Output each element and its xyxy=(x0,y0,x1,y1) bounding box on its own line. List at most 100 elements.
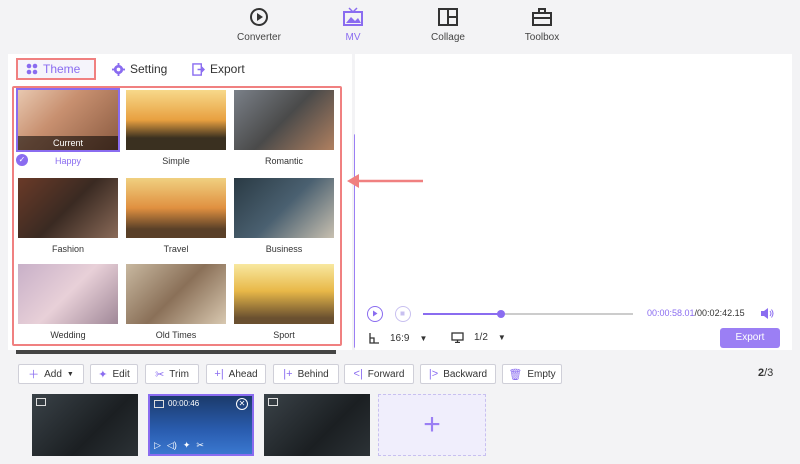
backward-label: Backward xyxy=(443,368,488,380)
stop-icon xyxy=(400,311,405,316)
backward-icon: |> xyxy=(428,368,439,380)
theme-thumbnail xyxy=(234,178,334,238)
theme-business[interactable]: Business xyxy=(234,178,334,254)
close-icon[interactable]: ✕ xyxy=(236,398,248,410)
nav-toolbox-label: Toolbox xyxy=(524,32,560,43)
nav-collage-label: Collage xyxy=(431,32,465,43)
empty-button[interactable]: 🗑 Empty xyxy=(502,364,562,384)
forward-label: Forward xyxy=(367,368,405,380)
play-button[interactable] xyxy=(367,306,383,322)
forward-button[interactable]: <| Forward xyxy=(344,364,414,384)
nav-collage[interactable]: Collage xyxy=(408,6,488,43)
pager-total: /3 xyxy=(764,367,774,379)
clip-pager: 2/3 xyxy=(758,367,773,379)
gear-icon xyxy=(112,62,125,76)
theme-label: Wedding xyxy=(50,330,86,340)
ahead-label: Ahead xyxy=(228,368,258,380)
clip-item-active[interactable]: 00:00:46 ✕ ▷ ◁) ✦ ✂ xyxy=(148,394,254,456)
tab-theme-label: Theme xyxy=(43,62,81,76)
current-badge: Current xyxy=(18,136,118,150)
mv-icon xyxy=(343,7,363,26)
ahead-button[interactable]: +| Ahead xyxy=(206,364,266,384)
edit-icon[interactable]: ✦ xyxy=(183,440,191,451)
trim-label: Trim xyxy=(169,368,189,380)
trash-icon: 🗑 xyxy=(508,368,523,381)
nav-toolbox[interactable]: Toolbox xyxy=(502,6,582,43)
theme-grid-icon xyxy=(26,63,38,75)
clip-item[interactable] xyxy=(32,394,138,456)
magic-wand-icon: ✦ xyxy=(98,368,108,381)
scissors-icon: ✂ xyxy=(155,368,165,381)
theme-thumbnail xyxy=(234,90,334,150)
theme-thumbnail xyxy=(126,178,226,238)
export-icon xyxy=(192,62,205,76)
tab-export[interactable]: Export xyxy=(184,58,253,80)
add-button[interactable]: ＋ Add ▼ xyxy=(18,364,84,384)
tab-setting[interactable]: Setting xyxy=(104,58,175,80)
theme-thumbnail xyxy=(126,90,226,150)
clip-item[interactable] xyxy=(264,394,370,456)
film-icon xyxy=(36,398,46,406)
tab-export-label: Export xyxy=(210,62,245,76)
nav-converter-label: Converter xyxy=(237,32,281,43)
theme-panel: Theme Setting Export Current ✓ Happy Sim… xyxy=(8,54,357,350)
aspect-ratio-value: 16:9 xyxy=(390,332,410,344)
preview-page-select[interactable]: 1/2 ▼ xyxy=(451,332,506,343)
volume-icon[interactable]: ◁) xyxy=(167,440,177,451)
edit-label: Edit xyxy=(112,368,130,380)
theme-happy[interactable]: Current ✓ Happy xyxy=(16,88,120,166)
add-label: Add xyxy=(44,368,62,380)
theme-thumbnail xyxy=(18,264,118,324)
progress-bar[interactable] xyxy=(423,310,633,318)
theme-label: Simple xyxy=(162,156,190,166)
export-button[interactable]: Export xyxy=(720,328,780,348)
collage-icon xyxy=(438,8,458,26)
behind-label: Behind xyxy=(297,368,329,380)
scissors-icon[interactable]: ✂ xyxy=(196,440,204,451)
annotation-arrow-icon xyxy=(347,174,423,188)
theme-wedding[interactable]: Wedding xyxy=(18,264,118,340)
trim-button[interactable]: ✂ Trim xyxy=(145,364,199,384)
top-nav: Converter MV Collage Toolbox xyxy=(0,0,800,52)
film-icon xyxy=(268,398,278,406)
theme-simple[interactable]: Simple xyxy=(126,90,226,166)
volume-icon[interactable] xyxy=(760,307,774,320)
tab-theme[interactable]: Theme xyxy=(16,58,96,80)
player-controls: 00:00:58.01/00:02:42.15 16:9 ▼ 1/2 ▼ Exp… xyxy=(355,300,792,350)
clip-timeline: 00:00:46 ✕ ▷ ◁) ✦ ✂ + xyxy=(30,394,490,456)
add-clip-button[interactable]: + xyxy=(378,394,486,456)
theme-old-times[interactable]: Old Times xyxy=(126,264,226,340)
backward-button[interactable]: |> Backward xyxy=(420,364,496,384)
theme-thumbnail xyxy=(18,178,118,238)
preview-page-value: 1/2 xyxy=(474,332,488,343)
theme-label: Romantic xyxy=(264,156,303,166)
theme-grid: Current ✓ Happy Simple Romantic Fashion … xyxy=(12,86,342,346)
stop-button[interactable] xyxy=(395,306,411,322)
chevron-down-icon: ▼ xyxy=(497,333,506,342)
theme-label: Business xyxy=(265,244,303,254)
nav-converter[interactable]: Converter xyxy=(219,6,299,43)
edit-button[interactable]: ✦ Edit xyxy=(90,364,138,384)
theme-fashion[interactable]: Fashion xyxy=(18,178,118,254)
clip-duration: 00:00:46 xyxy=(168,399,200,408)
converter-icon xyxy=(250,8,268,26)
aspect-ratio-select[interactable]: 16:9 ▼ xyxy=(369,332,427,344)
play-icon[interactable]: ▷ xyxy=(154,440,161,451)
tab-setting-label: Setting xyxy=(130,62,168,76)
nav-mv-label: MV xyxy=(345,32,361,43)
theme-sport[interactable]: Sport xyxy=(234,264,334,340)
progress-fill xyxy=(423,313,501,315)
check-icon: ✓ xyxy=(16,154,28,166)
total-time: /00:02:42.15 xyxy=(694,308,745,318)
theme-label: Old Times xyxy=(155,330,197,340)
time-display: 00:00:58.01/00:02:42.15 xyxy=(647,308,745,318)
panel-tabs: Theme Setting Export xyxy=(8,54,352,84)
progress-knob[interactable] xyxy=(496,310,505,318)
theme-travel[interactable]: Travel xyxy=(126,178,226,254)
theme-label: Happy xyxy=(54,156,81,166)
theme-romantic[interactable]: Romantic xyxy=(234,90,334,166)
aspect-ratio-icon xyxy=(369,333,379,344)
nav-mv[interactable]: MV xyxy=(313,6,393,43)
behind-button[interactable]: |+ Behind xyxy=(273,364,339,384)
play-icon xyxy=(373,310,378,317)
